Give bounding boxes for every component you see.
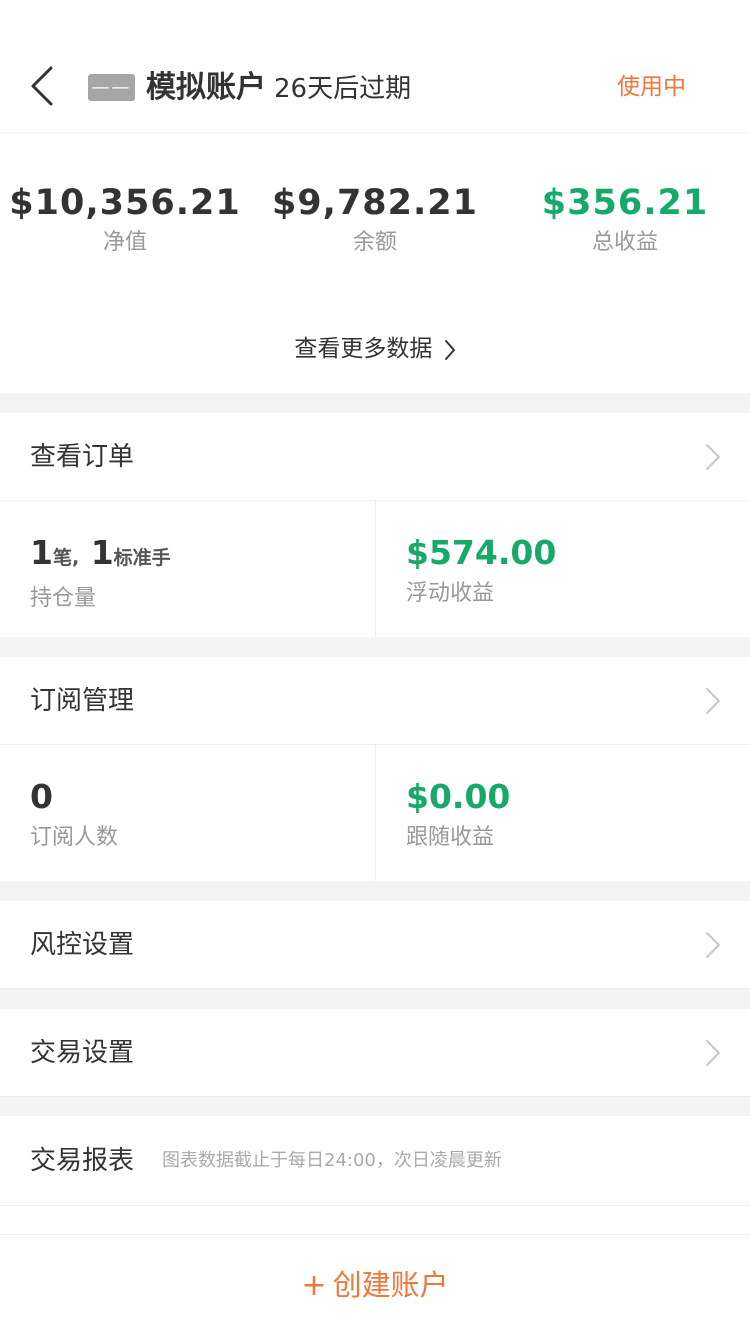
trade-report-note: 图表数据截止于每日24:00，次日凌晨更新 [162, 1150, 502, 1171]
lots-count: 1 [90, 533, 114, 572]
expiry-text: 26天后过期 [274, 74, 412, 104]
balance-label: 余额 [352, 230, 397, 255]
header: —— 模拟账户 26天后过期 使用中 [0, 0, 750, 133]
view-orders-label: 查看订单 [30, 442, 135, 472]
section-divider [0, 393, 750, 413]
floating-profit-cell: $574.00 浮动收益 [375, 501, 750, 637]
plus-icon: + [301, 1268, 327, 1303]
chevron-right-icon [706, 688, 720, 714]
subscribers-label: 订阅人数 [30, 825, 119, 850]
chevron-left-icon [31, 66, 53, 106]
risk-settings-row[interactable]: 风控设置 [0, 901, 750, 989]
account-name: 模拟账户 [146, 70, 266, 105]
subscription-row[interactable]: 订阅管理 [0, 657, 750, 745]
positions-unit: 笔, [52, 547, 80, 569]
section-divider [0, 881, 750, 901]
positions-value: 1笔, 1标准手 [30, 531, 375, 580]
chevron-right-icon [706, 1040, 720, 1066]
risk-settings-label: 风控设置 [30, 930, 135, 960]
subscription-stats: 0 订阅人数 $0.00 跟随收益 [0, 745, 750, 881]
chevron-right-icon [706, 932, 720, 958]
chevron-right-icon [444, 339, 455, 360]
balance-stat: $9,782.21 余额 [250, 181, 500, 259]
net-value-stat: $10,356.21 净值 [0, 181, 250, 259]
positions-count: 1 [30, 533, 53, 572]
create-account-button[interactable]: + 创建账户 [0, 1235, 750, 1335]
section-divider [0, 989, 750, 1009]
account-summary: $10,356.21 净值 $9,782.21 余额 $356.21 总收益 查… [0, 133, 750, 393]
total-profit-label: 总收益 [591, 230, 658, 255]
more-data-label: 查看更多数据 [294, 336, 433, 362]
positions-label: 持仓量 [30, 586, 97, 611]
floating-profit-value: $574.00 [406, 533, 557, 572]
account-badge: —— [88, 74, 135, 101]
follow-profit-label: 跟随收益 [406, 825, 495, 850]
net-value-label: 净值 [102, 230, 147, 255]
trade-report-label: 交易报表 [30, 1146, 135, 1176]
more-data-link[interactable]: 查看更多数据 [0, 329, 750, 369]
net-value: $10,356.21 [9, 183, 241, 223]
floating-profit-label: 浮动收益 [406, 581, 495, 606]
lots-unit: 标准手 [113, 547, 171, 569]
section-divider [0, 637, 750, 657]
follow-profit-value: $0.00 [406, 777, 511, 816]
status-in-use[interactable]: 使用中 [617, 66, 686, 108]
footer: + 创建账户 [0, 1234, 750, 1334]
total-profit-stat: $356.21 总收益 [500, 181, 750, 259]
trade-settings-label: 交易设置 [30, 1038, 135, 1068]
total-profit-value: $356.21 [541, 183, 709, 223]
subscription-label: 订阅管理 [30, 686, 135, 716]
orders-stats: 1笔, 1标准手 持仓量 $574.00 浮动收益 [0, 501, 750, 637]
trade-settings-row[interactable]: 交易设置 [0, 1009, 750, 1097]
follow-profit-cell: $0.00 跟随收益 [375, 745, 750, 881]
trade-report-row: 交易报表 图表数据截止于每日24:00，次日凌晨更新 [0, 1116, 750, 1206]
chevron-right-icon [706, 444, 720, 470]
subscribers-cell: 0 订阅人数 [0, 745, 375, 881]
subscribers-value: 0 [30, 777, 53, 816]
balance-value: $9,782.21 [271, 183, 479, 223]
page-title: 模拟账户 26天后过期 [146, 66, 411, 108]
view-orders-row[interactable]: 查看订单 [0, 413, 750, 501]
positions-cell: 1笔, 1标准手 持仓量 [0, 501, 375, 637]
section-divider [0, 1097, 750, 1116]
create-account-label: 创建账户 [332, 1268, 449, 1302]
back-button[interactable] [20, 62, 64, 110]
